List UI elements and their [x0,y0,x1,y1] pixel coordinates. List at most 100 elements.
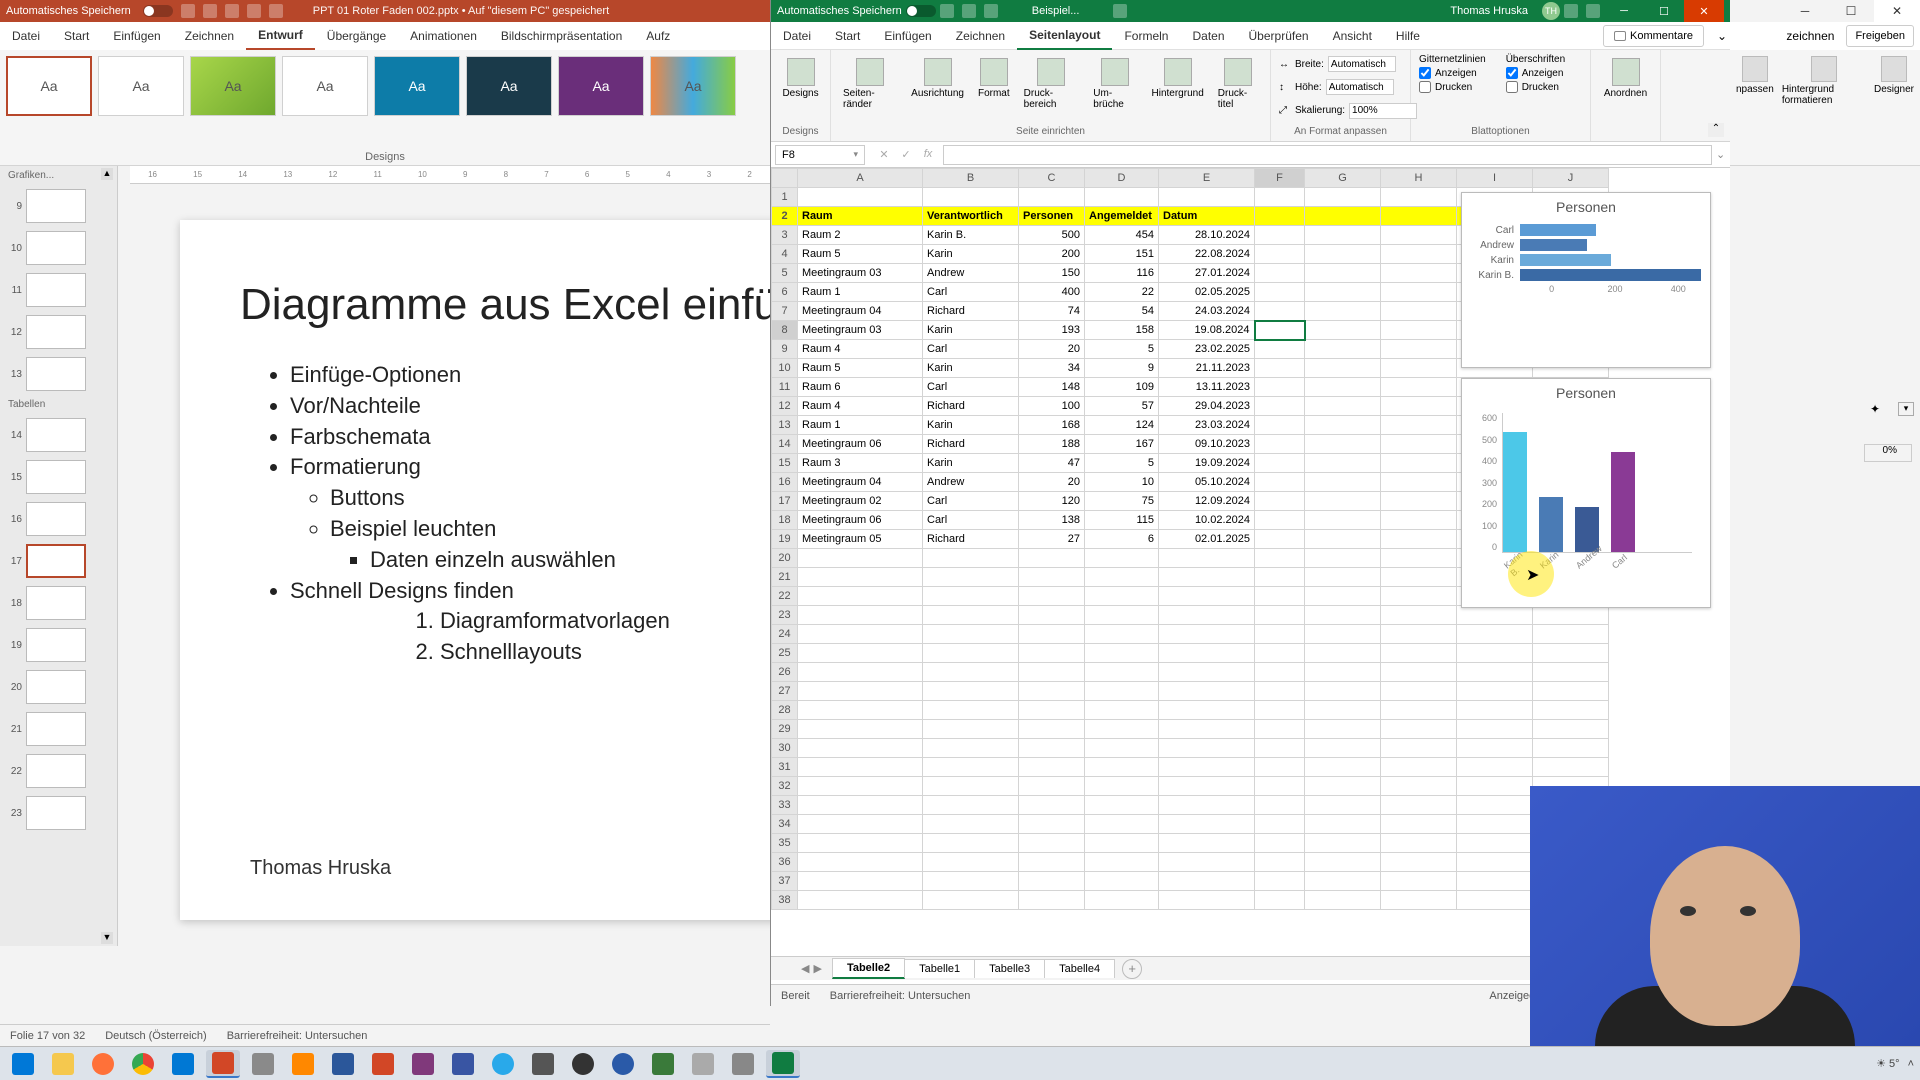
cell[interactable] [1019,587,1085,606]
cell[interactable]: 20 [1019,340,1085,359]
slide-thumbnail[interactable]: 21 [0,708,117,750]
cell[interactable] [1019,834,1085,853]
slide-thumbnail[interactable]: 23 [0,792,117,834]
cell[interactable] [1085,549,1159,568]
cell[interactable] [1305,188,1381,207]
cell[interactable] [1457,834,1533,853]
cell[interactable]: Carl [923,378,1019,397]
cell[interactable]: 200 [1019,245,1085,264]
cell[interactable]: 150 [1019,264,1085,283]
cell[interactable] [1019,758,1085,777]
cell[interactable] [1381,245,1457,264]
design-theme-8[interactable]: Aa [650,56,736,116]
cell[interactable] [1255,682,1305,701]
cell[interactable]: 27.01.2024 [1159,264,1255,283]
cell[interactable] [1381,416,1457,435]
row-header[interactable]: 1 [772,188,798,207]
cell[interactable] [1381,454,1457,473]
cell[interactable] [1305,492,1381,511]
thumb-scroll-up[interactable]: ▲ [101,168,113,180]
anpassen-button[interactable]: npassen [1736,56,1774,159]
cell[interactable] [1019,872,1085,891]
cell[interactable] [1381,188,1457,207]
ribbon-options-icon[interactable]: ⌄ [1714,29,1730,43]
cell[interactable]: 02.05.2025 [1159,283,1255,302]
start-button[interactable] [6,1050,40,1078]
cell[interactable] [1381,815,1457,834]
row-header[interactable]: 23 [772,606,798,625]
cell[interactable]: 115 [1085,511,1159,530]
cell[interactable] [1085,644,1159,663]
headings-show-checkbox[interactable] [1506,67,1518,79]
cell[interactable] [1457,682,1533,701]
cell[interactable]: Richard [923,397,1019,416]
cell[interactable] [1381,891,1457,910]
cell[interactable]: Carl [923,492,1019,511]
cell[interactable]: Meetingraum 06 [798,435,923,454]
background-button[interactable]: Hintergrund [1148,54,1208,114]
taskbar-vlc[interactable] [286,1050,320,1078]
row-header[interactable]: 36 [772,853,798,872]
formula-input[interactable] [943,145,1712,165]
cell[interactable] [798,720,923,739]
row-header[interactable]: 20 [772,549,798,568]
cell[interactable]: Meetingraum 04 [798,302,923,321]
row-header[interactable]: 8 [772,321,798,340]
cell[interactable] [1255,815,1305,834]
cell[interactable]: Angemeldet [1085,207,1159,226]
cell[interactable] [1255,454,1305,473]
cell[interactable]: 6 [1085,530,1159,549]
taskbar-onenote[interactable] [366,1050,400,1078]
cell[interactable] [1019,796,1085,815]
slideshow-icon[interactable] [247,4,261,18]
cell[interactable] [1085,188,1159,207]
cell[interactable] [1305,758,1381,777]
cell[interactable] [1381,226,1457,245]
cell[interactable] [1533,663,1609,682]
cell[interactable] [1019,606,1085,625]
cell[interactable] [1255,720,1305,739]
cell[interactable] [1381,264,1457,283]
cell[interactable]: 05.10.2024 [1159,473,1255,492]
cell[interactable] [1381,435,1457,454]
cell[interactable] [1305,340,1381,359]
row-header[interactable]: 4 [772,245,798,264]
cell[interactable]: 75 [1085,492,1159,511]
designer-dropdown[interactable]: ▾ [1898,402,1914,416]
cell[interactable] [1255,587,1305,606]
cell[interactable] [1305,739,1381,758]
cell[interactable] [1381,834,1457,853]
cell[interactable] [1381,511,1457,530]
row-header[interactable]: 9 [772,340,798,359]
cell[interactable] [1159,587,1255,606]
cell[interactable]: Karin B. [923,226,1019,245]
row-header[interactable]: 10 [772,359,798,378]
cell[interactable] [1381,872,1457,891]
row-header[interactable]: 24 [772,625,798,644]
cell[interactable] [798,701,923,720]
cell[interactable] [1457,758,1533,777]
cell[interactable] [1305,587,1381,606]
row-header[interactable]: 15 [772,454,798,473]
tab-datei[interactable]: Datei [0,23,52,49]
cell[interactable] [1255,207,1305,226]
cell[interactable] [1255,245,1305,264]
thumb-group-tabellen[interactable]: Tabellen [0,395,117,414]
row-header[interactable]: 2 [772,207,798,226]
minimize-button[interactable]: ─ [1604,0,1644,22]
cell[interactable] [1381,796,1457,815]
cell[interactable] [1255,549,1305,568]
cell[interactable]: 23.03.2024 [1159,416,1255,435]
cell[interactable] [1255,473,1305,492]
taskbar-excel[interactable] [766,1050,800,1078]
cell[interactable] [1381,397,1457,416]
cell[interactable] [1019,188,1085,207]
row-header[interactable]: 22 [772,587,798,606]
cell[interactable]: 5 [1085,454,1159,473]
orientation-button[interactable]: Ausrichtung [907,54,968,114]
taskbar-app[interactable] [686,1050,720,1078]
cell[interactable] [923,853,1019,872]
cell[interactable] [1305,720,1381,739]
cell[interactable] [1381,283,1457,302]
cell[interactable]: Raum 2 [798,226,923,245]
